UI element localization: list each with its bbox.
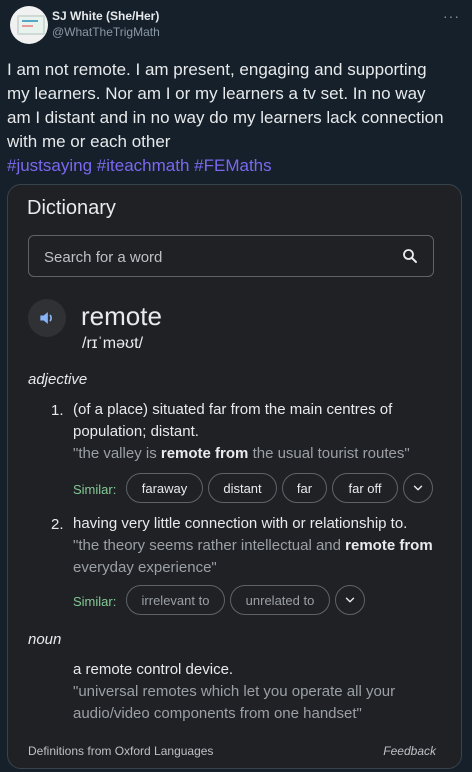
definition: a remote control device. [73, 661, 234, 678]
similar-chip-far[interactable]: far [282, 473, 327, 503]
similar-chip-unrelated-to[interactable]: unrelated to [230, 585, 330, 615]
example-text: "the theory seems rather intellectual an… [73, 537, 346, 554]
search-box[interactable] [28, 235, 434, 278]
pos-noun: noun [28, 631, 62, 648]
speaker-icon[interactable] [28, 299, 66, 337]
example-text: everyday experience" [73, 559, 217, 576]
similar-label: Similar: [73, 482, 117, 497]
author-handle[interactable]: @WhatTheTrigMath [52, 25, 160, 39]
dictionary-title: Dictionary [27, 197, 116, 219]
example-text: the usual tourist routes" [248, 445, 410, 462]
tweet-text: I am not remote. I am present, engaging … [7, 58, 447, 178]
chevron-down-icon[interactable] [335, 585, 365, 615]
headword: remote [81, 301, 162, 331]
definition: (of a place) situated far from the main … [73, 401, 393, 440]
search-icon[interactable] [401, 247, 419, 265]
similar-chip-faraway[interactable]: faraway [126, 473, 203, 503]
similar-chip-irrelevant-to[interactable]: irrelevant to [126, 585, 225, 615]
feedback-link[interactable]: Feedback [383, 744, 436, 758]
avatar[interactable] [10, 6, 48, 44]
example-keyword: remote from [160, 445, 249, 462]
definition: having very little connection with or re… [73, 515, 408, 532]
example: "the theory seems rather intellectual an… [73, 535, 443, 579]
sense-number: 1. [51, 402, 64, 419]
similar-chip-distant[interactable]: distant [208, 473, 277, 503]
hashtag-justsaying[interactable]: #justsaying [7, 156, 92, 175]
author-name[interactable]: SJ White (She/Her) [52, 9, 159, 23]
similar-chip-far-off[interactable]: far off [332, 473, 398, 503]
phonetic: /rɪˈməʊt/ [82, 335, 144, 352]
example-keyword: remote from [345, 537, 433, 554]
hashtag-iteachmath[interactable]: #iteachmath [97, 156, 190, 175]
pos-adjective: adjective [28, 371, 88, 388]
more-horizontal-icon[interactable]: ··· [443, 8, 460, 24]
hashtag-femaths[interactable]: #FEMaths [194, 156, 271, 175]
search-input[interactable] [42, 236, 386, 278]
tweet-header: SJ White (She/Her) @WhatTheTrigMath ··· [8, 6, 472, 46]
example: "the valley is remote from the usual tou… [73, 443, 443, 465]
chevron-down-icon[interactable] [403, 473, 433, 503]
similar-label: Similar: [73, 594, 117, 609]
dictionary-card[interactable]: Dictionary remote /rɪˈməʊt/ adjective 1.… [7, 184, 462, 769]
source-attribution[interactable]: Definitions from Oxford Languages [28, 744, 213, 758]
example: "universal remotes which let you operate… [73, 683, 396, 722]
example-text: "the valley is [73, 445, 161, 462]
sense-number: 2. [51, 516, 64, 533]
tweet-body: I am not remote. I am present, engaging … [7, 60, 444, 151]
